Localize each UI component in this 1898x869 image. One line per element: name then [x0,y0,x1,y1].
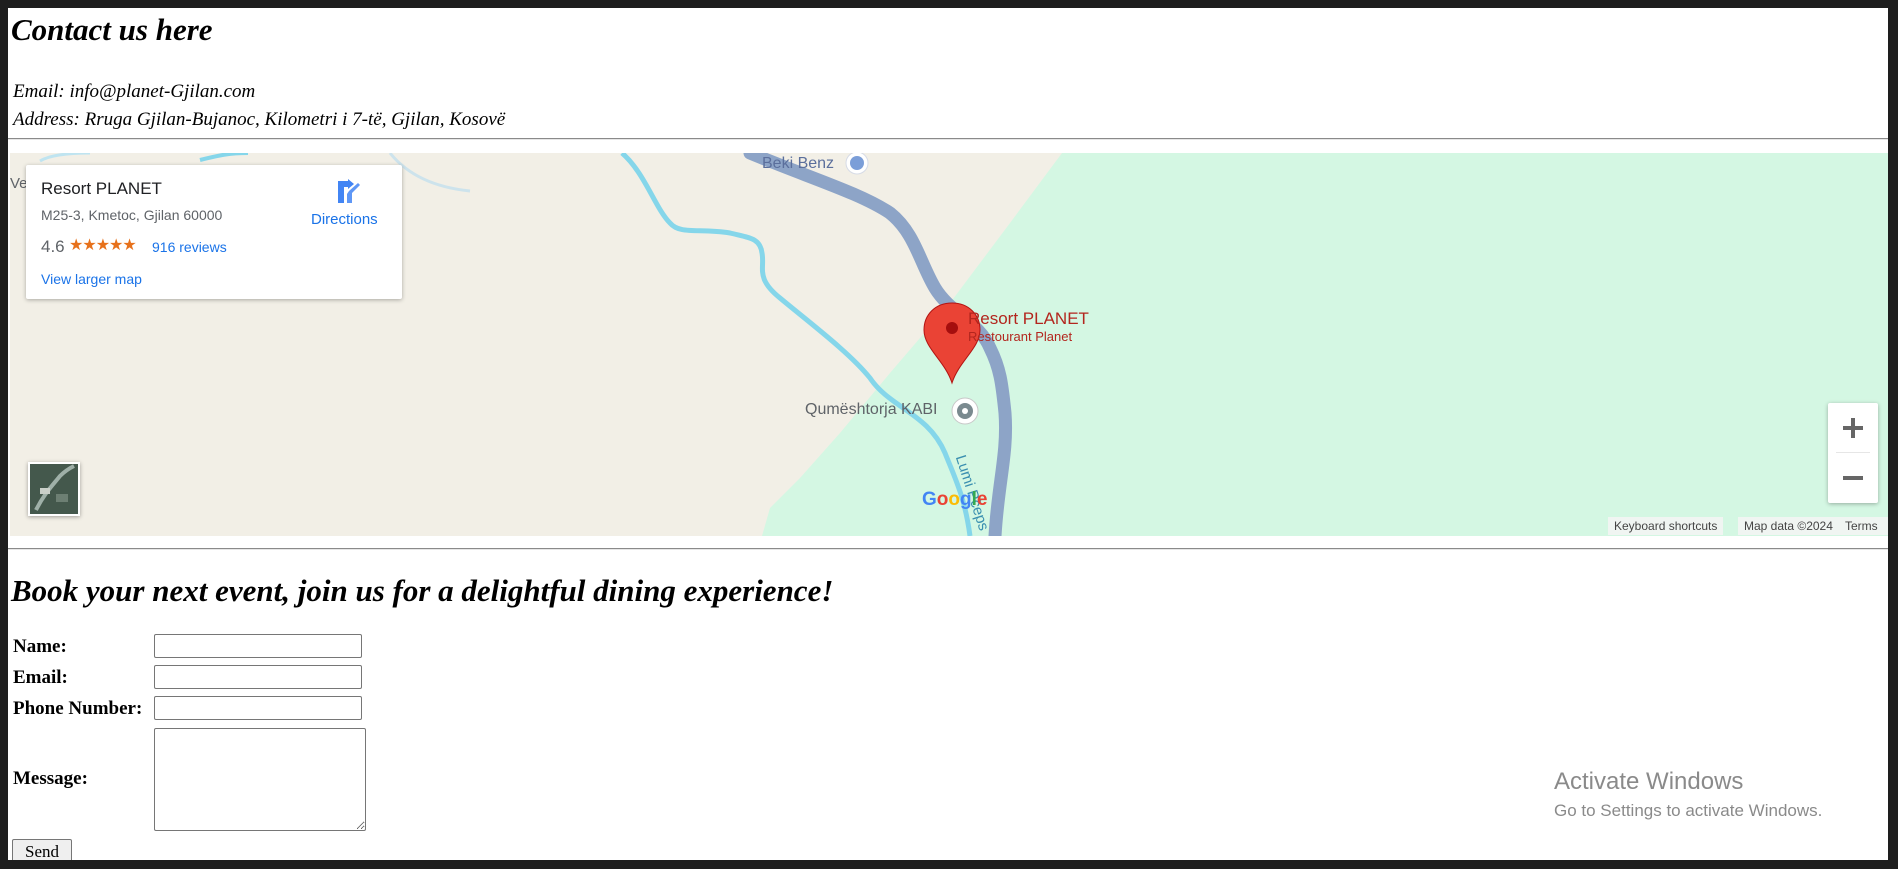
zoom-controls [1828,403,1878,503]
view-larger-map-link[interactable]: View larger map [41,271,142,287]
name-label: Name: [13,636,67,657]
plus-icon [1843,418,1863,438]
place-rating: 4.6 [41,237,65,256]
stream [199,153,249,162]
zoom-out-button[interactable] [1828,453,1878,503]
place-name: Resort PLANET [41,179,162,198]
satellite-layer-toggle[interactable] [28,462,80,516]
place-address: M25-3, Kmetoc, Gjilan 60000 [41,207,223,223]
booking-title: Book your next event, join us for a deli… [11,573,834,608]
email-label: Email: [13,667,68,688]
map-label-kabi[interactable]: Qumështorja KABI [805,401,938,419]
minus-icon [1843,476,1863,480]
message-label: Message: [13,768,88,789]
contact-email: Email: info@planet-Gjilan.com [13,81,256,102]
directions-icon[interactable] [335,179,361,212]
activate-windows-title: Activate Windows [1554,768,1744,795]
phone-label: Phone Number: [13,698,143,719]
google-logo: Google [922,489,988,510]
zoom-in-button[interactable] [1828,403,1878,453]
contact-title: Contact us here [11,12,213,47]
terms-link[interactable]: Terms [1839,517,1888,535]
activate-windows-watermark: Activate Windows Go to Settings to activ… [1554,768,1822,826]
map-data-attribution: Map data ©2024 [1738,517,1839,535]
name-input[interactable] [154,634,362,658]
map-label-resort-sub[interactable]: Restourant Planet [968,329,1072,344]
keyboard-shortcuts-link[interactable]: Keyboard shortcuts [1608,517,1724,535]
contact-address: Address: Rruga Gjilan-Bujanoc, Kilometri… [13,109,506,130]
place-reviews-link[interactable]: 916 reviews [152,239,227,255]
star-rating-icon: ★★★★★ [69,237,137,254]
divider-top [8,138,1888,140]
divider-bottom [8,548,1888,550]
map-label-edge: Ve [10,175,28,192]
map-label-beki-benz[interactable]: Beki Benz [762,155,834,173]
map-label-resort-name[interactable]: Resort PLANET [968,309,1089,329]
place-card: Resort PLANET M25-3, Kmetoc, Gjilan 6000… [26,165,402,299]
resort-pin-dot [946,322,958,334]
email-input[interactable] [154,665,362,689]
embedded-map[interactable]: Ve Beki Benz Resort PLANET Restourant Pl… [10,153,1888,536]
activate-windows-subtitle: Go to Settings to activate Windows. [1554,801,1823,820]
beki-benz-marker [845,153,869,175]
stream [39,153,91,163]
directions-link[interactable]: Directions [311,211,378,228]
stream [388,153,471,193]
page: Contact us here Email: info@planet-Gjila… [8,8,1888,860]
phone-input[interactable] [154,696,362,720]
kabi-marker [951,397,979,425]
send-button[interactable]: Send [12,839,72,860]
satellite-thumbnail-icon [30,464,78,514]
message-textarea[interactable] [154,728,366,831]
